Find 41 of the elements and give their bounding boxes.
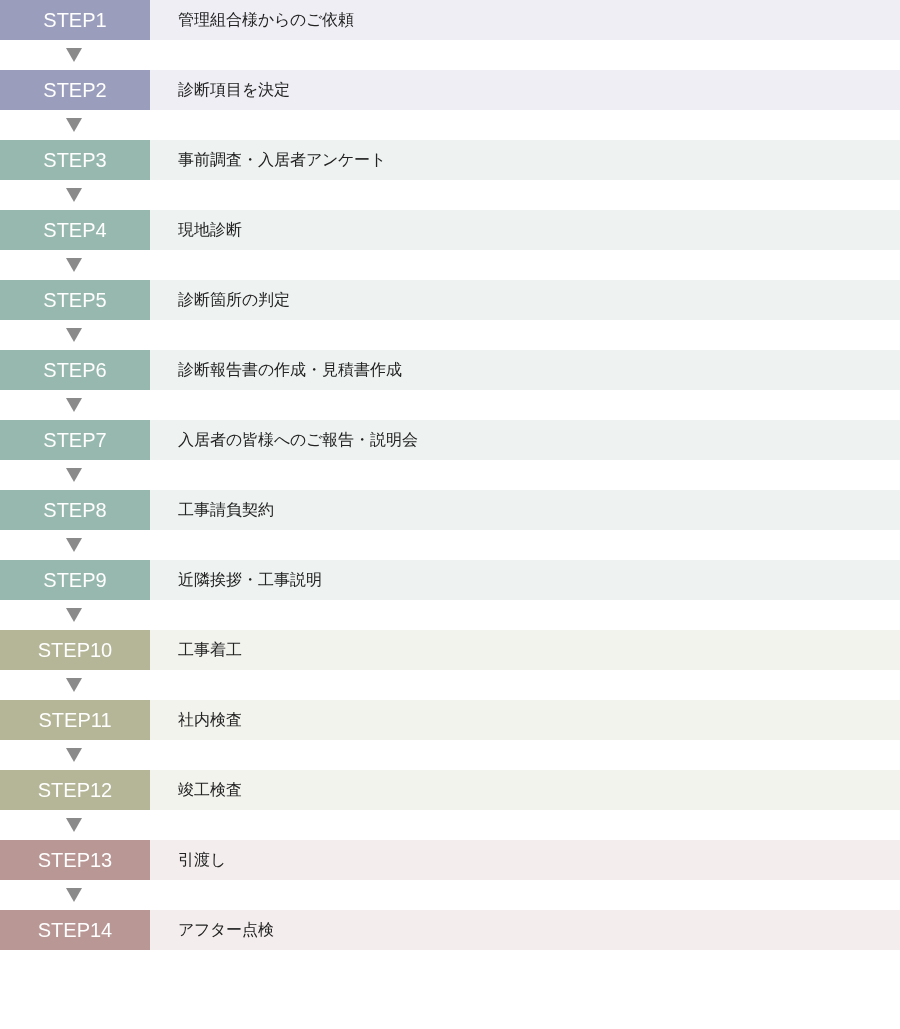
arrow-down-icon bbox=[66, 818, 82, 832]
step-label: STEP11 bbox=[0, 700, 150, 740]
step-text: 工事請負契約 bbox=[178, 499, 274, 521]
step-label: STEP4 bbox=[0, 210, 150, 250]
step-text: 管理組合様からのご依頼 bbox=[178, 9, 354, 31]
arrow-down-icon bbox=[66, 888, 82, 902]
step-text: 入居者の皆様へのご報告・説明会 bbox=[178, 429, 418, 451]
step-label: STEP14 bbox=[0, 910, 150, 950]
step-text: 引渡し bbox=[178, 849, 226, 871]
arrow-down-icon bbox=[66, 328, 82, 342]
arrow-down-icon bbox=[66, 258, 82, 272]
step-text: 事前調査・入居者アンケート bbox=[178, 149, 386, 171]
step-text: 竣工検査 bbox=[178, 779, 242, 801]
step-label: STEP8 bbox=[0, 490, 150, 530]
arrow-down-icon bbox=[66, 188, 82, 202]
step-label: STEP5 bbox=[0, 280, 150, 320]
step-text: 社内検査 bbox=[178, 709, 242, 731]
arrow-down-icon bbox=[66, 608, 82, 622]
step-label: STEP10 bbox=[0, 630, 150, 670]
step-label: STEP1 bbox=[0, 0, 150, 40]
step-text: 近隣挨拶・工事説明 bbox=[178, 569, 322, 591]
step-label: STEP3 bbox=[0, 140, 150, 180]
step-text: アフター点検 bbox=[178, 919, 274, 941]
step-text: 診断項目を決定 bbox=[178, 79, 290, 101]
arrow-down-icon bbox=[66, 678, 82, 692]
step-text: 診断箇所の判定 bbox=[178, 289, 290, 311]
arrow-down-icon bbox=[66, 468, 82, 482]
step-label: STEP12 bbox=[0, 770, 150, 810]
arrow-down-icon bbox=[66, 118, 82, 132]
step-text: 現地診断 bbox=[178, 219, 242, 241]
arrow-down-icon bbox=[66, 48, 82, 62]
arrow-down-icon bbox=[66, 538, 82, 552]
step-label: STEP6 bbox=[0, 350, 150, 390]
step-label: STEP9 bbox=[0, 560, 150, 600]
step-text: 診断報告書の作成・見積書作成 bbox=[178, 359, 402, 381]
step-label: STEP13 bbox=[0, 840, 150, 880]
step-label: STEP2 bbox=[0, 70, 150, 110]
arrow-down-icon bbox=[66, 748, 82, 762]
arrow-down-icon bbox=[66, 398, 82, 412]
step-label: STEP7 bbox=[0, 420, 150, 460]
step-text: 工事着工 bbox=[178, 639, 242, 661]
